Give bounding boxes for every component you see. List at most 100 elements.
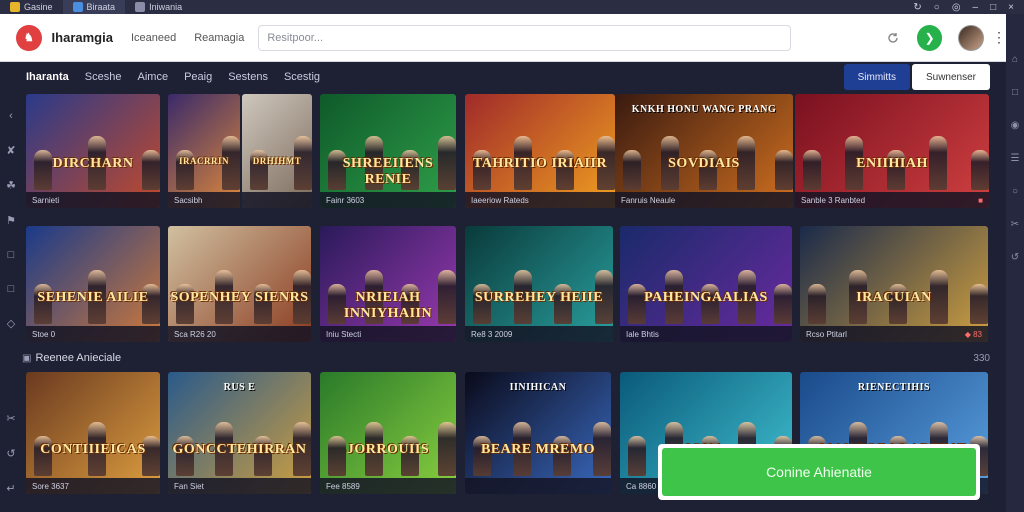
primary-action-button[interactable]: Simmitts [843,64,910,90]
home-icon[interactable]: ⌂ [1012,54,1018,65]
secondary-action-button[interactable]: Suwnenser [911,64,990,90]
more-menu-icon[interactable]: ⋮ [992,29,1006,46]
diamond-icon[interactable]: ◇ [7,317,15,330]
game-tile[interactable]: JORROUIIS Fee 8589 [320,372,456,494]
game-tile[interactable]: IINIHICAN BEARE MREMO [465,372,611,494]
close-icon[interactable]: × [1008,2,1014,13]
game-meta: Sca R26 20 [174,330,216,339]
section-count: 330 [973,352,990,364]
square-icon[interactable]: □ [1012,87,1018,98]
category-tab[interactable]: Iharanta [26,71,69,83]
sync-icon[interactable] [887,32,899,44]
window-tab-1[interactable]: Gasine [0,0,63,14]
tile-footer [242,192,312,208]
game-title: DRHIHMT [252,156,302,166]
target-icon[interactable]: ◎ [952,2,961,13]
game-tile[interactable]: PAHEINGAALIAS Iale Bhtis [620,226,792,342]
window-tab-label: Gasine [24,2,53,12]
square-icon[interactable]: □ [8,249,15,261]
game-title: TAHRITIO IRIAIIR [472,156,608,171]
game-tile[interactable]: SHREEIIENS RENIE Fainr 3603 [320,94,456,208]
circle-icon[interactable]: ○ [934,2,940,13]
cta-button[interactable]: Conine Ahienatie [662,448,976,496]
return-icon[interactable]: ↵ [6,482,15,495]
window-actions: ↻ ○ ◎ – □ × [913,2,1024,13]
game-title: GONCCTEHIRRAN [172,442,307,457]
window-tab-label: Iniwania [149,2,183,12]
scissors-icon[interactable]: ✂ [1011,219,1019,230]
game-meta: Ca 8860 [626,482,657,491]
game-title: DIRCHARN [52,156,134,171]
game-meta: Sore 3637 [32,482,69,491]
window-tab-3[interactable]: Iniwania [125,0,192,14]
game-tile[interactable]: TAHRITIO IRIAIIR Iaeeriow Rateds [465,94,615,208]
game-tile[interactable]: IRACUIAN Rcso Ptitarl ◆ 83 [800,226,988,342]
category-tab[interactable]: Peaig [184,71,212,83]
game-tile[interactable]: DRHIHMT [242,94,312,208]
game-tile[interactable]: SURREHEY HEIIE Re8 3 2009 [465,226,613,342]
window-tab-label: Biraata [86,2,116,12]
game-title: NRIEIAH INNIYHAIIN [343,290,433,321]
game-title: PAHEINGAALIAS [644,290,768,305]
circle-icon[interactable]: ○ [1012,186,1018,197]
search-box[interactable] [258,24,791,51]
game-meta: Fainr 3603 [326,196,365,205]
category-tab[interactable]: Sceshe [85,71,122,83]
cta-panel: Conine Ahienatie [658,444,980,500]
back-icon[interactable]: ‹ [9,110,13,122]
game-title: ENIIHIAH [856,156,928,171]
undo-icon[interactable]: ↺ [1011,252,1019,263]
refresh-icon[interactable]: ↻ [913,2,921,13]
go-button[interactable]: ❯ [916,24,943,51]
game-tile[interactable]: DIRCHARN Sarnieti [26,94,160,208]
game-subtitle: IINIHICAN [509,382,567,393]
right-sidebar: ⌂ □ ◉ ☰ ○ ✂ ↺ [1006,14,1024,512]
game-meta: Re8 3 2009 [471,330,513,339]
search-input[interactable] [267,31,782,44]
game-tile[interactable]: CONTIIIEICAS Sore 3637 [26,372,160,494]
avatar[interactable] [958,24,984,51]
game-meta: Sarnieti [32,196,60,205]
game-title: IRACRRIN [178,156,229,166]
undo-icon[interactable]: ↺ [6,447,15,460]
game-title: JORROUIIS [346,442,430,457]
header-nav-link[interactable]: Iceaneed [131,32,176,44]
cross-icon[interactable]: ✘ [6,144,15,157]
status-badge: ◆ 83 [964,330,982,339]
game-meta: Rcso Ptitarl [806,330,847,339]
square-icon[interactable]: □ [8,283,15,295]
game-tile[interactable]: SEHENIE AILIE Stoe 0 [26,226,160,342]
app-icon [135,2,146,12]
maximize-icon[interactable]: □ [990,2,996,13]
game-tile[interactable]: KNKH HONU WANG PRANG SOVDIAIS Fanruis Neau… [615,94,793,208]
game-tile[interactable]: RUS E GONCCTEHIRRAN Fan Siet [168,372,311,494]
radio-icon[interactable]: ◉ [1011,120,1020,131]
category-bar: Iharanta Sceshe Aimce Peaig Sestens Sces… [22,62,990,92]
section-header: ▣ Reenee Anieciale 330 [22,348,990,368]
game-subtitle: KNKH HONU WANG PRANG [631,104,777,115]
scissors-icon[interactable]: ✂ [6,412,15,425]
window-tab-2[interactable]: Biraata [62,0,126,14]
game-title: SOPENHEY SIENRS [170,290,309,305]
category-tab[interactable]: Sestens [228,71,268,83]
brand-logo[interactable]: ♞ [16,24,42,51]
minimize-icon[interactable]: – [973,2,979,13]
game-meta: Iaeeriow Rateds [471,196,529,205]
game-tile[interactable]: SOPENHEY SIENRS Sca R26 20 [168,226,311,342]
game-tile[interactable]: ENIIHIAH Sanble 3 Ranbted ■ [795,94,989,208]
game-tile[interactable]: NRIEIAH INNIYHAIIN Iniu Stecti [320,226,456,342]
category-tab[interactable]: Scestig [284,71,320,83]
flag-icon[interactable]: ⚑ [6,214,16,227]
clover-icon[interactable]: ☘ [6,179,16,192]
brand-name[interactable]: Iharamgia [52,30,113,45]
game-tile[interactable]: IRACRRIN Sacsibh [168,94,240,208]
game-title: CONTIIIEICAS [40,442,146,457]
category-tab[interactable]: Aimce [138,71,169,83]
menu-icon[interactable]: ☰ [1011,153,1020,164]
game-meta: Iale Bhtis [626,330,659,339]
header-nav-link[interactable]: Reamagia [194,32,244,44]
game-title: SEHENIE AILIE [37,290,149,305]
left-rail: ‹ ✘ ☘ ⚑ □ □ ◇ ✂ ↺ ↵ [0,62,22,512]
tile-footer [465,478,611,494]
game-subtitle: RUS E [223,382,256,393]
